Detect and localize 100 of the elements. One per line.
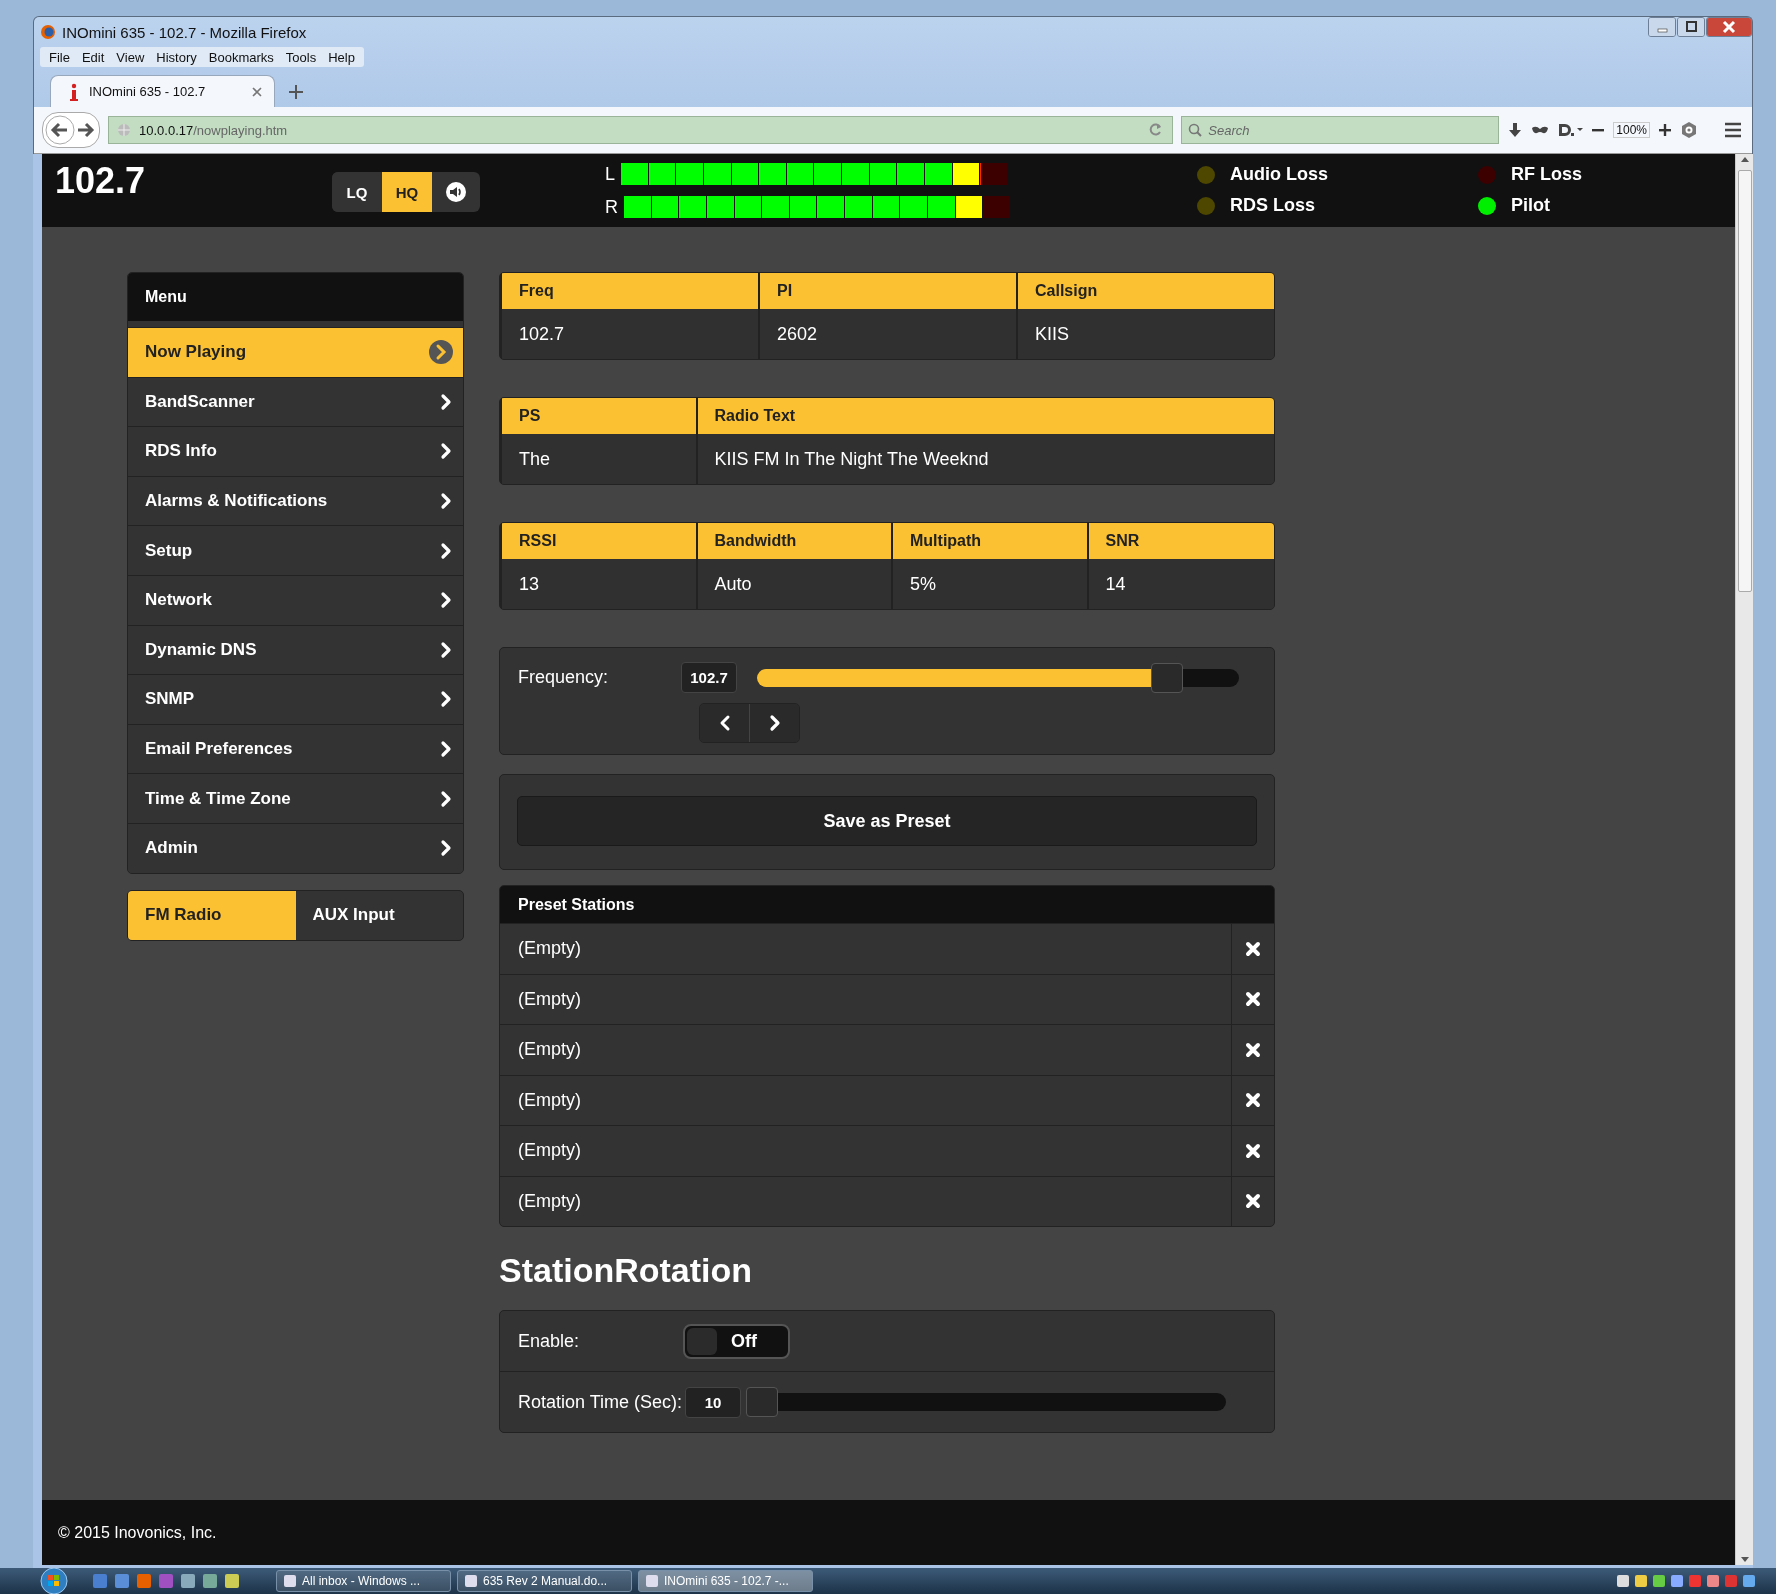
close-icon [1245, 1041, 1261, 1058]
url-text: 10.0.0.17/nowplaying.htm [139, 122, 288, 138]
address-bar[interactable]: 10.0.0.17/nowplaying.htm [108, 116, 1174, 144]
menu-item[interactable]: Bookmarks [203, 49, 279, 65]
tab-title: INOmini 635 - 102.7 [89, 84, 206, 99]
field-label: PS [502, 398, 696, 434]
download-icon[interactable] [1507, 122, 1524, 138]
status-label: RF Loss [1511, 164, 1582, 185]
taskbar-button[interactable]: 635 Rev 2 Manual.do... [457, 1570, 632, 1592]
taskbar-button[interactable]: INOmini 635 - 102.7 -... [638, 1570, 813, 1592]
preset-item[interactable]: (Empty) [500, 974, 1231, 1024]
tray-icon[interactable] [1742, 1574, 1756, 1588]
menu-item[interactable]: Now Playing [128, 327, 463, 377]
menu-label: RDS Info [145, 441, 217, 462]
tray-icon[interactable] [1706, 1574, 1720, 1588]
menu-item[interactable]: File [44, 49, 75, 65]
close-icon[interactable] [1706, 17, 1752, 37]
menu-label: BandScanner [145, 391, 255, 412]
menu-label: Now Playing [145, 342, 247, 363]
tray-icon[interactable] [1670, 1574, 1684, 1588]
new-tab-icon[interactable] [289, 85, 303, 99]
close-icon [1245, 940, 1261, 957]
preset-item[interactable]: (Empty) [500, 1176, 1231, 1226]
menu-label: Time & Time Zone [145, 788, 291, 809]
app-icon [464, 1574, 478, 1588]
field-label: RSSI [502, 523, 696, 559]
status-label: Audio Loss [1230, 164, 1328, 185]
field-label: Callsign [1018, 273, 1274, 309]
menu-item[interactable]: Edit [76, 49, 110, 65]
status-label: RDS Loss [1230, 195, 1316, 216]
app-icon[interactable] [136, 1573, 152, 1589]
preset-item[interactable]: (Empty) [500, 1126, 1231, 1176]
menu-label: Dynamic DNS [145, 639, 257, 660]
enable-toggle[interactable]: Off [683, 1323, 790, 1359]
app-icon [645, 1574, 659, 1588]
menu-label: Email Preferences [145, 739, 293, 760]
speaker-icon [446, 182, 466, 202]
tray-icon[interactable] [1652, 1574, 1666, 1588]
channel-label: R [605, 196, 618, 218]
source-tab[interactable]: AUX Input [295, 890, 463, 940]
search-placeholder: Search [1208, 122, 1250, 138]
close-icon [1245, 1142, 1261, 1159]
taskbar-button[interactable]: All inbox - Windows ... [276, 1570, 451, 1592]
preset-item[interactable]: (Empty) [500, 924, 1231, 974]
channel-label: L [605, 163, 615, 185]
back-icon[interactable] [45, 115, 75, 145]
maximize-icon[interactable] [1677, 17, 1705, 37]
copyright-text: © 2015 Inovonics, Inc. [42, 1500, 1735, 1566]
rotation-time-value: 10 [685, 1386, 742, 1418]
preset-item[interactable]: (Empty) [500, 1075, 1231, 1125]
close-icon [1245, 991, 1261, 1008]
zoom-in-icon[interactable] [1658, 123, 1672, 137]
start-orb-icon[interactable] [40, 1568, 68, 1594]
scrollbar[interactable] [1735, 154, 1753, 1566]
menu-icon[interactable] [1724, 121, 1742, 139]
section-heading: StationRotation [499, 1251, 754, 1290]
source-tab[interactable]: FM Radio [128, 890, 296, 940]
save-preset-button[interactable]: Save as Preset [517, 796, 1257, 846]
frequency-slider[interactable] [757, 662, 1239, 693]
zoom-level: 100% [1613, 122, 1650, 138]
slider-handle[interactable] [1150, 662, 1183, 693]
close-icon [1245, 1092, 1261, 1109]
app-icon[interactable] [114, 1573, 130, 1589]
close-icon[interactable] [252, 86, 262, 97]
browser-tab[interactable]: INOmini 635 - 102.7 [50, 75, 275, 107]
field-label: Radio Text [697, 398, 1274, 434]
field-label: PI [760, 273, 1016, 309]
menu-item[interactable]: Admin [128, 822, 463, 873]
frequency-label: Frequency: [518, 667, 610, 688]
previous-button[interactable] [700, 704, 749, 742]
app-icon[interactable] [180, 1573, 196, 1589]
menu-item[interactable]: View [111, 49, 150, 65]
close-icon [1245, 1193, 1261, 1210]
scrollbar-thumb[interactable] [1737, 170, 1752, 592]
frequency-value: 102.7 [681, 662, 737, 693]
quality-button[interactable]: HQ [382, 172, 432, 212]
menu-item[interactable]: Tools [280, 49, 322, 65]
menu-label: Network [145, 590, 213, 611]
app-icon[interactable] [92, 1573, 108, 1589]
app-icon[interactable] [224, 1573, 240, 1589]
menu-item[interactable]: History [151, 49, 202, 65]
rotation-time-label: Rotation Time (Sec): [518, 1391, 683, 1413]
globe-icon [117, 123, 131, 137]
tray-icon[interactable] [1616, 1574, 1630, 1588]
preset-item[interactable]: (Empty) [500, 1025, 1231, 1075]
app-icon[interactable] [202, 1573, 218, 1589]
rotation-time-slider[interactable] [746, 1387, 1226, 1417]
field-label: Freq [502, 273, 758, 309]
search-field[interactable]: Search [1181, 116, 1500, 144]
search-icon [1188, 123, 1203, 137]
slider-handle[interactable] [746, 1387, 779, 1417]
field-label: Multipath [893, 523, 1087, 559]
next-button[interactable] [749, 704, 799, 742]
menu-label: Alarms & Notifications [145, 491, 328, 512]
eye-hexagon-icon[interactable] [1680, 121, 1698, 139]
field-label: Bandwidth [697, 523, 891, 559]
menu-item[interactable]: Help [323, 49, 360, 65]
menu-title: Menu [128, 273, 463, 321]
tray-icon[interactable] [1634, 1574, 1648, 1588]
d-logo-icon[interactable] [1557, 122, 1584, 138]
